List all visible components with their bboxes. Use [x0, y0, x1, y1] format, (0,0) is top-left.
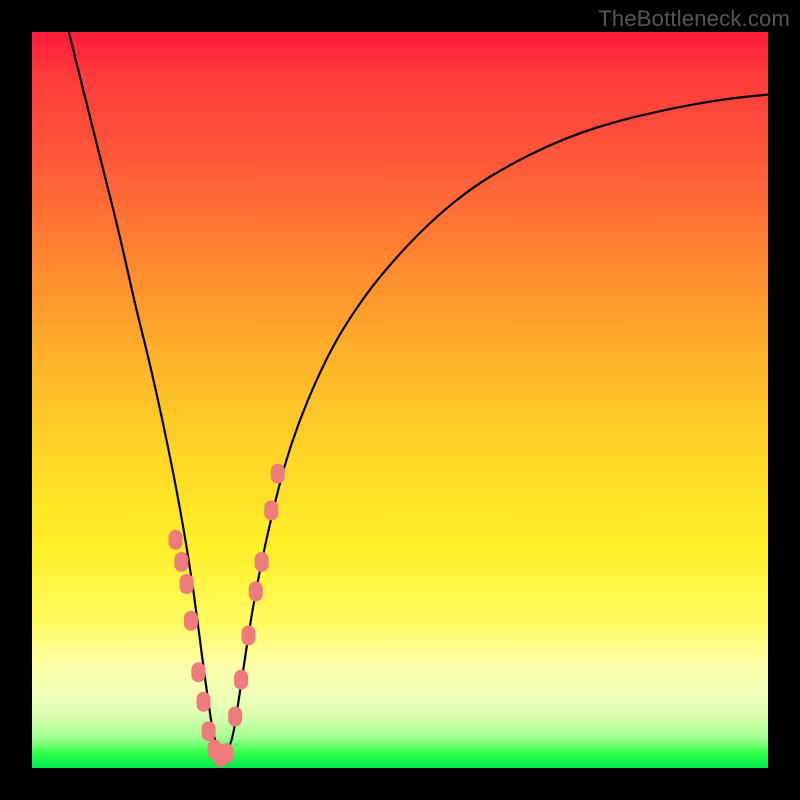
highlight-dot [219, 743, 233, 763]
highlight-dot [234, 670, 248, 690]
curve-line [69, 32, 768, 753]
plot-area [32, 32, 768, 768]
highlight-dot [174, 552, 188, 572]
highlight-dot [197, 692, 211, 712]
highlight-dot [228, 707, 242, 727]
highlight-dot [264, 500, 278, 520]
chart-frame: TheBottleneck.com [0, 0, 800, 800]
highlight-dots-group [169, 464, 285, 767]
highlight-dot [184, 611, 198, 631]
highlight-dot [191, 662, 205, 682]
highlight-dot [180, 574, 194, 594]
bottleneck-curve-path [69, 32, 768, 753]
highlight-dot [202, 721, 216, 741]
highlight-dot [241, 626, 255, 646]
highlight-dot [249, 581, 263, 601]
watermark-text: TheBottleneck.com [598, 6, 790, 32]
highlight-dot [271, 464, 285, 484]
highlight-dot [169, 530, 183, 550]
highlight-dot [255, 552, 269, 572]
chart-svg [32, 32, 768, 768]
